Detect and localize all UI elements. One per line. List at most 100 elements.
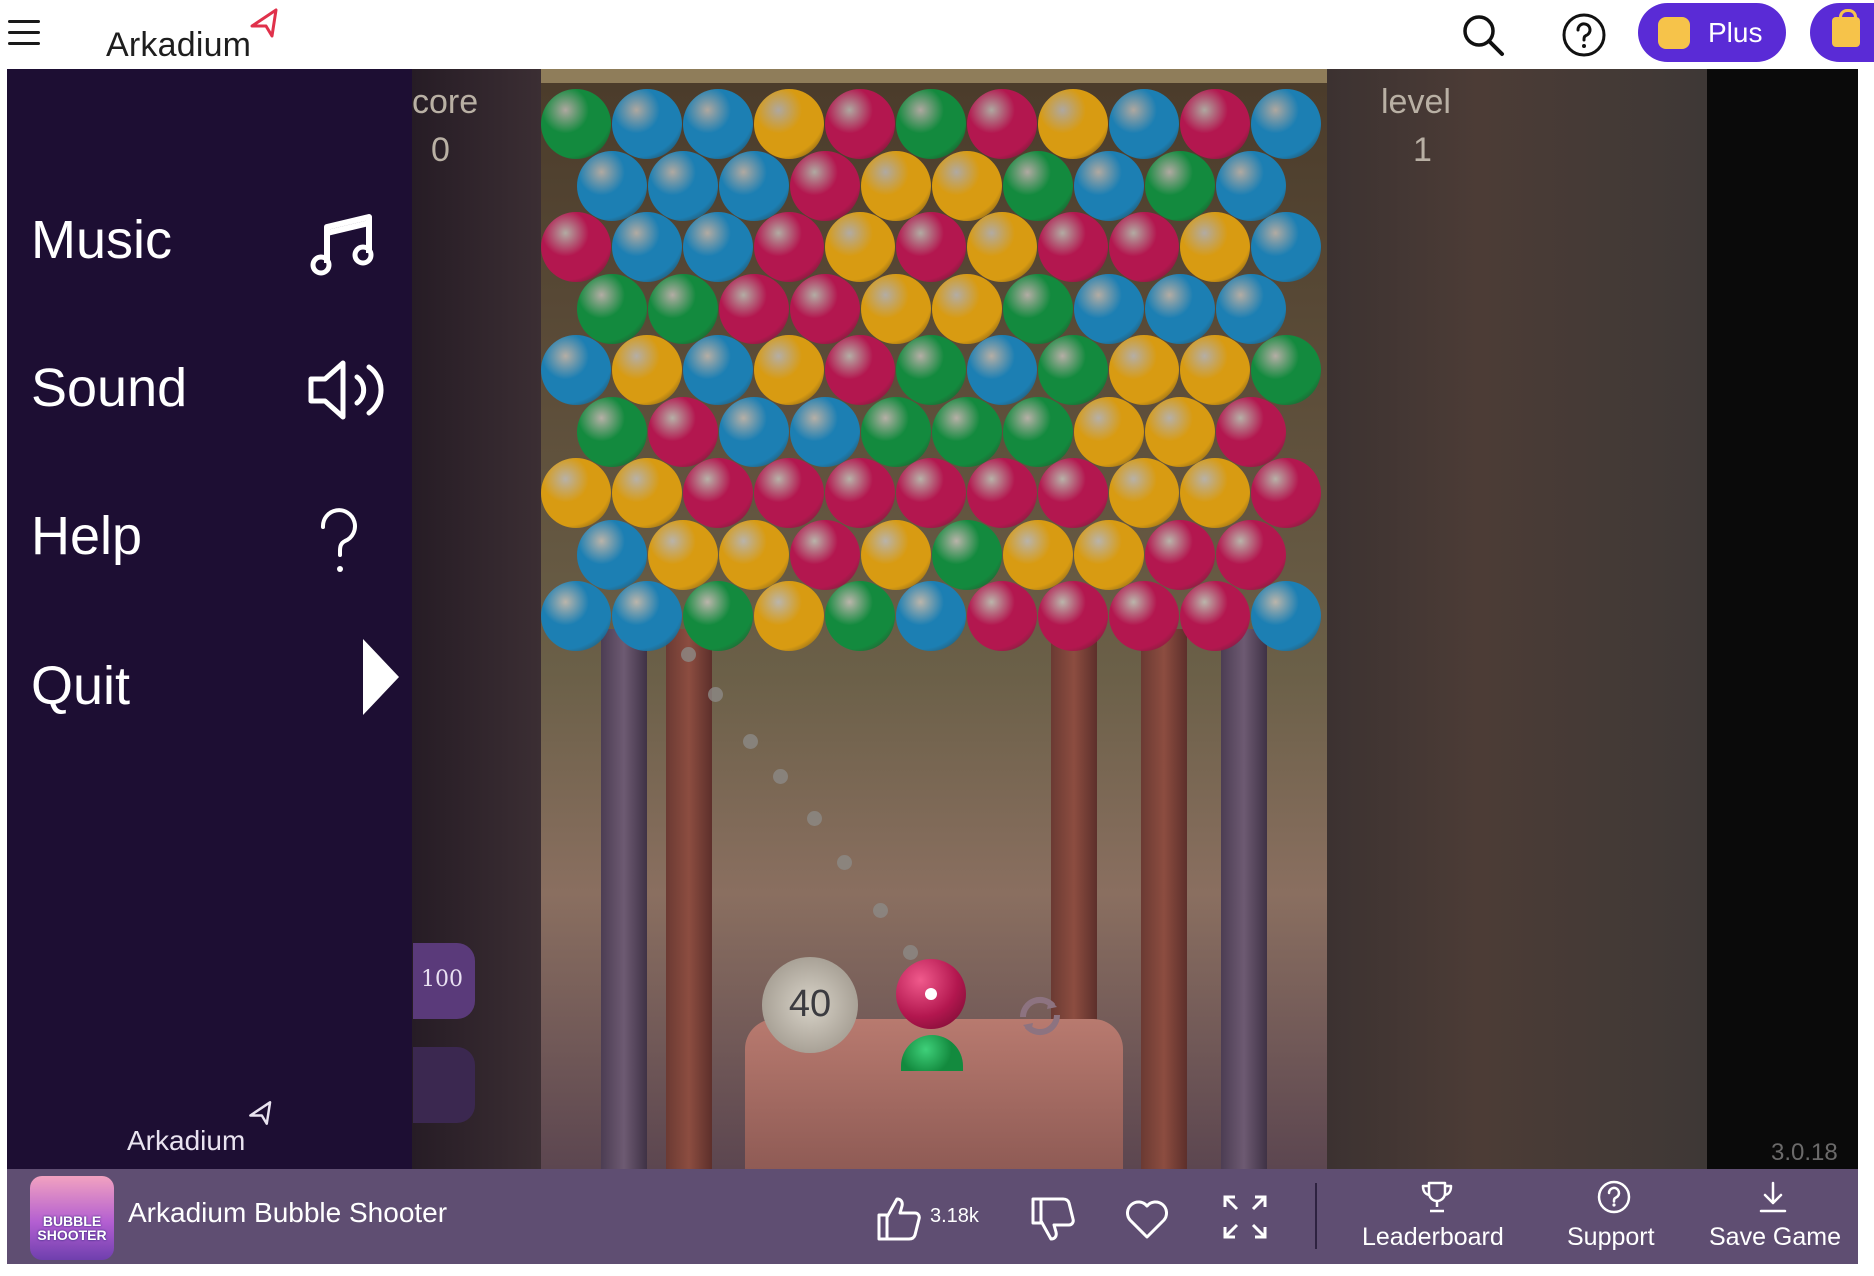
bubble xyxy=(789,150,860,221)
game-side-menu: Music Sound Help Quit Arkadium xyxy=(7,69,412,1169)
support-label: Support xyxy=(1567,1223,1655,1251)
bubble xyxy=(541,581,611,651)
bubble xyxy=(718,150,789,221)
bubble xyxy=(683,581,753,651)
swap-bubble-icon[interactable] xyxy=(1011,987,1069,1045)
menu-item-label: Sound xyxy=(31,358,188,418)
bonus-pill-lower xyxy=(413,1047,475,1123)
plus-label: Plus xyxy=(1708,17,1763,48)
bubble xyxy=(576,273,647,344)
ceiling-beam xyxy=(541,69,1327,83)
bubble xyxy=(967,581,1037,651)
pillar xyxy=(1141,629,1187,1169)
bubble xyxy=(1109,335,1179,405)
shopping-bag-icon xyxy=(1832,9,1860,47)
logo-text: Arkadium xyxy=(106,26,252,64)
help-circle-icon xyxy=(1597,1180,1631,1214)
shop-button[interactable] xyxy=(1810,3,1874,62)
aim-dot xyxy=(773,769,788,784)
menu-item-help[interactable]: Help xyxy=(7,475,412,585)
heart-icon xyxy=(1126,1200,1168,1239)
game-bottom-bar: BUBBLE SHOOTER Arkadium Bubble Shooter 3… xyxy=(7,1169,1858,1264)
bubble xyxy=(683,335,753,405)
music-note-icon xyxy=(310,214,374,276)
trophy-icon xyxy=(1421,1181,1453,1213)
bubble xyxy=(1144,150,1215,221)
bubble xyxy=(683,89,753,159)
bubble xyxy=(1109,212,1179,282)
bubble xyxy=(647,150,718,221)
bubble xyxy=(825,335,895,405)
menu-item-quit[interactable]: Quit xyxy=(7,625,412,735)
fullscreen-button[interactable] xyxy=(1221,1193,1269,1246)
bubble xyxy=(896,335,966,405)
arkadium-logo[interactable]: Arkadium xyxy=(106,6,286,64)
pillar xyxy=(666,629,712,1169)
menu-item-music[interactable]: Music xyxy=(7,179,412,289)
bubble xyxy=(541,458,611,528)
bubble xyxy=(1002,150,1073,221)
bubble xyxy=(1215,396,1286,467)
bubble xyxy=(1144,273,1215,344)
bubble xyxy=(1002,396,1073,467)
bubble xyxy=(1180,581,1250,651)
bubble xyxy=(931,150,1002,221)
bubble xyxy=(789,273,860,344)
bubble xyxy=(1073,150,1144,221)
aim-dot xyxy=(807,811,822,826)
toolbar-divider xyxy=(1315,1183,1317,1249)
bubble xyxy=(825,581,895,651)
bubble xyxy=(1180,212,1250,282)
bubble xyxy=(683,458,753,528)
menu-item-label: Quit xyxy=(31,656,131,716)
bonus-value: 100 xyxy=(421,967,463,992)
search-icon[interactable] xyxy=(1458,10,1508,60)
menu-item-sound[interactable]: Sound xyxy=(7,327,412,437)
menu-item-label: Music xyxy=(31,210,173,270)
bubble xyxy=(1073,396,1144,467)
support-button[interactable]: Support xyxy=(1559,1179,1669,1259)
bubble xyxy=(1109,581,1179,651)
bubble xyxy=(967,89,1037,159)
bubble xyxy=(1180,458,1250,528)
shots-counter: 40 xyxy=(762,957,858,1053)
pillar xyxy=(601,629,647,1169)
bubble xyxy=(931,519,1002,590)
plus-button[interactable]: Plus xyxy=(1638,3,1786,62)
shots-left: 40 xyxy=(788,983,832,1025)
bubble xyxy=(1215,519,1286,590)
current-bubble[interactable] xyxy=(896,959,966,1029)
level-label: level xyxy=(1381,83,1451,121)
bubble xyxy=(1251,335,1321,405)
bubble xyxy=(754,89,824,159)
aim-dot xyxy=(903,945,918,960)
bubble xyxy=(1073,273,1144,344)
pillar xyxy=(1221,629,1267,1169)
bubble xyxy=(576,396,647,467)
like-button[interactable] xyxy=(875,1195,923,1248)
bubble xyxy=(789,519,860,590)
help-circle-icon[interactable] xyxy=(1559,10,1609,60)
favorite-button[interactable] xyxy=(1123,1195,1171,1248)
bubble xyxy=(612,458,682,528)
dislike-button[interactable] xyxy=(1029,1195,1077,1248)
save-game-button[interactable]: Save Game xyxy=(1703,1179,1843,1259)
bubble xyxy=(612,89,682,159)
bubble xyxy=(647,396,718,467)
bubble xyxy=(1002,273,1073,344)
game-title: Arkadium Bubble Shooter xyxy=(128,1197,448,1228)
top-header: Arkadium Plus xyxy=(0,0,1874,69)
bubble xyxy=(967,212,1037,282)
version-label: 3.0.18 xyxy=(1771,1139,1838,1166)
hamburger-icon[interactable] xyxy=(8,20,42,46)
aim-dot xyxy=(837,855,852,870)
leaderboard-button[interactable]: Leaderboard xyxy=(1362,1179,1512,1259)
bubble xyxy=(612,335,682,405)
bubble xyxy=(860,273,931,344)
bubble xyxy=(825,212,895,282)
bubble xyxy=(825,458,895,528)
bubble xyxy=(896,89,966,159)
bubble xyxy=(718,273,789,344)
plus-logo-icon xyxy=(1658,17,1690,49)
logo-arrow-icon xyxy=(249,1101,272,1125)
